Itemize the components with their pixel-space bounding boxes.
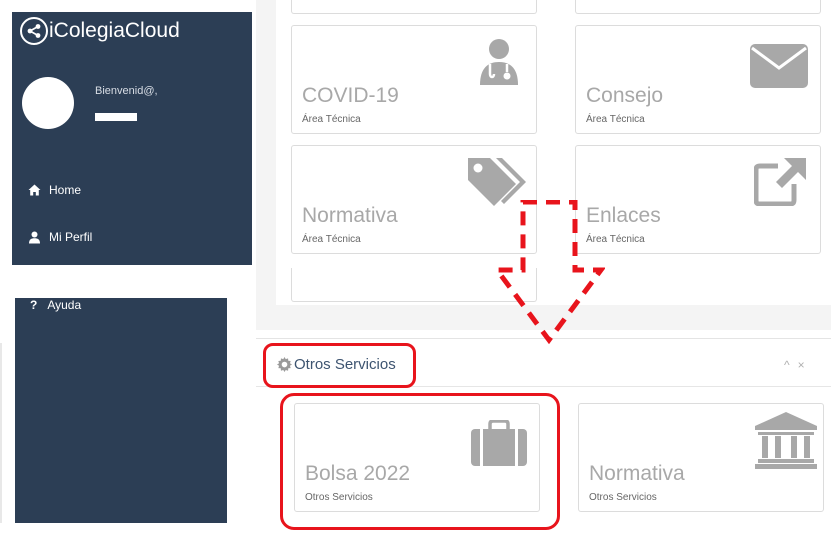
bank-icon [755,412,817,469]
highlight-bolsa-card [280,393,560,530]
home-icon [28,184,41,196]
card-title: Normativa [302,204,398,227]
arrow-down-icon [493,200,605,344]
card-normativa-otros[interactable]: Normativa Otros Servicios [578,403,824,512]
card-enlaces[interactable]: Enlaces Área Técnica [575,145,821,254]
card-subtitle: Área Técnica [586,114,645,125]
sidebar-item-home[interactable]: Home [28,183,81,197]
card-title: COVID-19 [302,84,399,107]
divider [0,343,2,523]
sidebar-item-mi-perfil[interactable]: Mi Perfil [28,230,92,244]
avatar[interactable] [22,77,74,129]
question-icon: ? [30,298,38,312]
card-covid[interactable]: COVID-19 Área Técnica [291,25,537,134]
sidebar [12,12,252,265]
sidebar-item-label: Home [49,183,82,197]
share-icon [20,17,48,45]
close-icon[interactable]: × [798,358,805,372]
chevron-up-icon[interactable]: ^ [784,358,790,372]
panel-tools: ^ × [784,358,805,372]
card-subtitle: Área Técnica [302,234,361,245]
envelope-icon [750,44,808,88]
sidebar-lower [15,298,227,523]
card-edge [291,0,537,14]
username-redacted [95,113,137,121]
sidebar-item-label: Ayuda [47,298,82,312]
card-subtitle: Otros Servicios [589,492,657,503]
highlight-otros-servicios [263,343,416,388]
doctor-icon [480,39,518,85]
card-title: Consejo [586,84,664,107]
card-edge [575,0,821,14]
brand[interactable]: iColegiaCloud [20,16,180,46]
brand-name: iColegiaCloud [49,19,180,42]
card-consejo[interactable]: Consejo Área Técnica [575,25,821,134]
card-subtitle: Área Técnica [302,114,361,125]
sidebar-item-ayuda[interactable]: ? Ayuda [30,298,81,312]
sidebar-item-label: Mi Perfil [49,230,93,244]
external-link-icon [754,158,806,206]
user-icon [29,231,40,243]
welcome-text: Bienvenid@, [95,85,158,97]
card-title: Normativa [589,462,685,485]
